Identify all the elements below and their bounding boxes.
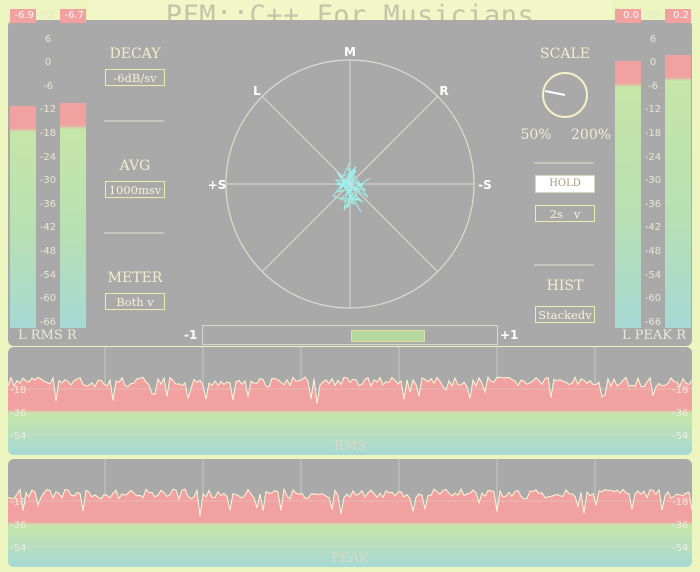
history-tick-label: -18	[672, 385, 688, 396]
history-tick-label: -36	[672, 408, 688, 419]
rms-meter-bar-left	[10, 106, 36, 328]
goniometer-label-minus-s: -S	[478, 178, 492, 192]
correlation-min-label: -1	[184, 328, 198, 342]
scale-tick: 12	[41, 10, 55, 21]
scale-tick: -60	[39, 293, 57, 305]
rms-meter-bar-right	[60, 103, 86, 328]
scale-tick: 6	[649, 33, 657, 45]
scale-tick: -12	[644, 104, 662, 116]
hold-time-dropdown[interactable]: 2s v	[535, 205, 595, 222]
hist-label: HIST	[546, 278, 584, 294]
rms-peak-readout-right: -6.7	[60, 9, 86, 23]
chevron-down-icon: v	[147, 295, 154, 309]
scale-tick: -30	[644, 175, 662, 187]
scale-label: SCALE	[540, 46, 590, 62]
peak-history-panel: -18 -18 -36 -36 -54 -54 PEAK	[8, 459, 692, 567]
divider	[534, 264, 594, 266]
scale-tick: 0	[44, 57, 52, 69]
peak-readout-right: 0.2	[665, 9, 691, 23]
scale-tick: -42	[39, 222, 57, 234]
scale-min-label: 50%	[520, 127, 552, 143]
history-tick-label: -18	[10, 385, 26, 396]
meter-mode-dropdown[interactable]: Both v	[105, 293, 165, 310]
scale-tick: -48	[644, 246, 662, 257]
goniometer: M L R +S -S	[208, 45, 492, 309]
scale-tick: -54	[644, 269, 662, 281]
avg-dropdown[interactable]: 1000msv	[105, 181, 165, 198]
history-tick-label: -18	[10, 497, 26, 508]
scale-tick: -6	[43, 80, 53, 92]
decay-value: -6dB/s	[113, 71, 151, 85]
scale-tick: -66	[644, 316, 662, 328]
history-tick-label: -54	[672, 543, 688, 554]
history-tick-label: -18	[672, 497, 688, 508]
rms-history-panel: -18 -18 -36 -36 -54 -54 RMS	[8, 347, 692, 455]
chevron-down-icon: v	[150, 71, 157, 85]
scale-tick: -42	[644, 222, 662, 234]
hist-mode-value: Stacked	[538, 308, 586, 322]
scale-tick: -6	[648, 80, 658, 92]
scale-tick: -66	[39, 316, 57, 328]
scale-tick: -24	[644, 151, 662, 163]
scale-tick: -48	[39, 246, 57, 257]
hist-mode-dropdown[interactable]: Stackedv	[535, 306, 595, 323]
hold-time-value: 2s	[549, 207, 563, 221]
correlation-meter-fill	[351, 330, 425, 342]
meter-mode-value: Both	[116, 295, 144, 309]
history-tick-label: -54	[10, 543, 26, 554]
rms-meter-label: L RMS R	[18, 328, 77, 343]
rms-meter-left	[10, 28, 36, 328]
goniometer-label-r: R	[439, 84, 448, 98]
scale-tick: -60	[644, 293, 662, 305]
peak-readout-left: 0.0	[615, 9, 641, 23]
history-tick-label: -54	[10, 431, 26, 442]
peak-meter-bar-right	[665, 55, 691, 328]
history-tick-label: -36	[672, 520, 688, 531]
divider	[534, 162, 594, 164]
scale-tick: -18	[644, 128, 662, 139]
scale-tick: -36	[644, 198, 662, 210]
correlation-meter	[202, 325, 498, 345]
scale-tick: 6	[44, 33, 52, 45]
history-tick-label: -36	[10, 520, 26, 531]
avg-label: AVG	[119, 158, 151, 174]
hold-button[interactable]: HOLD	[535, 175, 595, 193]
history-tick-label: -54	[672, 431, 688, 442]
correlation-max-label: +1	[500, 328, 519, 342]
scale-tick: 0	[649, 57, 657, 69]
goniometer-label-m: M	[344, 45, 356, 59]
history-tick-label: -36	[10, 408, 26, 419]
goniometer-label-l: L	[253, 84, 261, 98]
chevron-down-icon: v	[154, 183, 162, 197]
peak-meter-label: L PEAK R	[622, 328, 687, 343]
scale-tick: 12	[646, 10, 660, 21]
divider	[104, 120, 164, 122]
scale-knob[interactable]	[538, 70, 592, 124]
peak-meter-left	[615, 28, 641, 328]
chevron-down-icon: v	[573, 207, 581, 221]
goniometer-label-plus-s: +S	[208, 178, 227, 192]
rms-scale: 12 6 0 -6 -12 -18 -24 -30 -36 -42 -48 -54 -60 -66	[35, 0, 61, 340]
scale-tick: -18	[39, 128, 57, 139]
decay-label: DECAY	[109, 46, 161, 62]
chevron-down-icon: v	[585, 308, 592, 322]
scale-tick: -30	[39, 175, 57, 187]
rms-history-label: RMS	[333, 439, 366, 454]
decay-dropdown[interactable]: -6dB/sv	[105, 69, 165, 86]
peak-meter-right	[665, 28, 691, 328]
scale-tick: -24	[39, 151, 57, 163]
avg-value: 1000ms	[108, 183, 155, 197]
peak-history-label: PEAK	[331, 551, 369, 566]
rms-meter-right	[60, 28, 86, 328]
scale-tick: -12	[39, 104, 57, 116]
rms-peak-readout-left: -6.9	[10, 9, 36, 23]
peak-meter-bar-left	[615, 61, 641, 328]
scale-tick: -36	[39, 198, 57, 210]
scale-max-label: 200%	[571, 127, 612, 143]
scale-tick: -54	[39, 269, 57, 281]
meter-label: METER	[107, 270, 163, 286]
divider	[104, 232, 164, 234]
peak-scale: 12 6 0 -6 -12 -18 -24 -30 -36 -42 -48 -54 -60 -66	[640, 0, 666, 340]
